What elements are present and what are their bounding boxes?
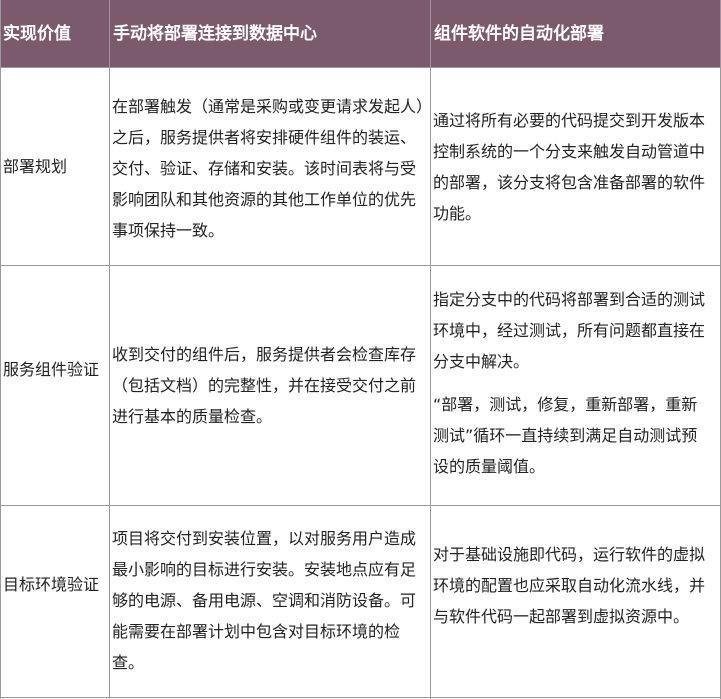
header-col-manual: 手动将部署连接到数据中心: [113, 24, 317, 44]
row1-manual-cell: 在部署触发（通常是采购或变更请求发起人）之后，服务提供者将安排硬件组件的装运、交…: [112, 91, 426, 246]
row3-auto-cell: 对于基础设施即代码，运行软件的虚拟环境的配置也应采取自动化流水线，并与软件代码一…: [433, 539, 713, 632]
header-col-value: 实现价值: [3, 24, 71, 44]
row3-auto-text: 对于基础设施即代码，运行软件的虚拟环境的配置也应采取自动化流水线，并与软件代码一…: [433, 545, 706, 626]
row-label-target-environment-validation: 目标环境验证: [3, 575, 100, 594]
row2-manual-cell: 收到交付的组件后，服务提供者会检查库存（包括文档）的完整性，并在接受交付之前进行…: [112, 339, 426, 432]
row1-manual-text: 在部署触发（通常是采购或变更请求发起人）之后，服务提供者将安排硬件组件的装运、交…: [112, 97, 425, 240]
row2-auto-text-1: 指定分支中的代码将部署到合适的测试环境中，经过测试，所有问题都直接在分支中解决。: [433, 290, 706, 371]
row2-auto-text-2: “部署，测试，修复，重新部署，重新测试”循环一直持续到满足自动测试预设的质量阈值…: [433, 395, 698, 476]
row2-manual-text: 收到交付的组件后，服务提供者会检查库存（包括文档）的完整性，并在接受交付之前进行…: [112, 345, 417, 426]
header-col-auto: 组件软件的自动化部署: [434, 24, 604, 44]
row-label-deployment-planning: 部署规划: [3, 157, 68, 176]
row2-auto-cell: 指定分支中的代码将部署到合适的测试环境中，经过测试，所有问题都直接在分支中解决。…: [433, 284, 713, 482]
row1-auto-text: 通过将所有必要的代码提交到开发版本控制系统的一个分支来触发自动管道中的部署，该分…: [433, 111, 706, 223]
row3-manual-cell: 项目将交付到安装位置，以对服务用户造成最小影响的目标进行安装。安装地点应有足够的…: [112, 523, 426, 678]
row1-auto-cell: 通过将所有必要的代码提交到开发版本控制系统的一个分支来触发自动管道中的部署，该分…: [433, 105, 713, 229]
row-label-service-component-validation: 服务组件验证: [3, 360, 100, 379]
comparison-table: 实现价值 手动将部署连接到数据中心 组件软件的自动化部署 部署规划 在部署触发（…: [0, 0, 721, 699]
row3-manual-text: 项目将交付到安装位置，以对服务用户造成最小影响的目标进行安装。安装地点应有足够的…: [112, 529, 417, 672]
